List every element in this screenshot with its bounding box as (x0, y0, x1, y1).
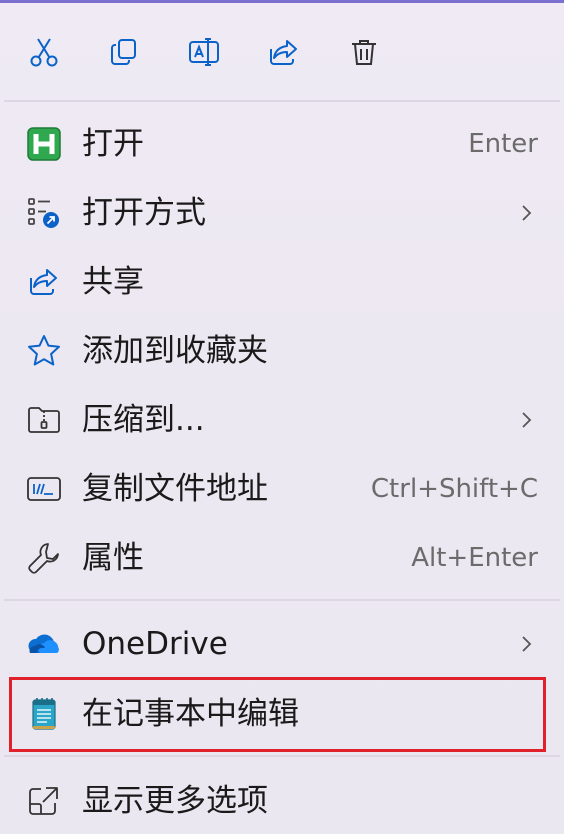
menu-item-label: 打开方式 (82, 195, 206, 231)
menu-item-open[interactable]: 打开 Enter (0, 111, 564, 177)
chevron-right-icon (516, 410, 536, 430)
delete-button[interactable] (342, 32, 386, 76)
shortcut-text: Alt+Enter (411, 543, 538, 573)
cut-icon (27, 35, 61, 73)
zip-folder-icon (26, 402, 62, 438)
menu-item-show-more-options[interactable]: 显示更多选项 (0, 768, 564, 834)
menu-item-label: 显示更多选项 (82, 783, 268, 819)
onedrive-cloud-icon (26, 626, 62, 662)
menu-item-label: 共享 (82, 264, 144, 300)
shortcut-text: Enter (468, 129, 538, 159)
delete-icon (347, 35, 381, 73)
shortcut-text: Ctrl+Shift+C (370, 474, 538, 504)
menu-item-label: 属性 (82, 540, 144, 576)
chevron-right-icon (516, 634, 536, 654)
separator (4, 755, 560, 757)
share-button[interactable] (262, 32, 306, 76)
copy-path-icon (26, 471, 62, 507)
app-h-icon (26, 126, 62, 162)
separator (4, 100, 560, 102)
menu-item-label: 复制文件地址 (82, 471, 268, 507)
menu-item-label: 打开 (82, 126, 144, 162)
rename-button[interactable] (182, 32, 226, 76)
copy-button[interactable] (102, 32, 146, 76)
menu-item-label: OneDrive (82, 626, 228, 662)
menu-item-label: 压缩到... (82, 402, 205, 438)
menu-item-copy-path[interactable]: 复制文件地址 Ctrl+Shift+C (0, 456, 564, 522)
share-icon (267, 35, 301, 73)
separator (4, 599, 560, 601)
show-more-icon (26, 783, 62, 819)
chevron-right-icon (516, 203, 536, 223)
context-menu: 打开 Enter 打开方式 共享 添加到收藏夹 压缩到... 复制文件地址 Ct… (0, 0, 564, 834)
rename-icon (187, 35, 221, 73)
menu-item-share[interactable]: 共享 (0, 249, 564, 315)
quick-actions-toolbar (0, 6, 564, 100)
cut-button[interactable] (22, 32, 66, 76)
wrench-icon (26, 540, 62, 576)
menu-item-compress-to[interactable]: 压缩到... (0, 387, 564, 453)
menu-item-label: 添加到收藏夹 (82, 333, 268, 369)
menu-item-properties[interactable]: 属性 Alt+Enter (0, 525, 564, 591)
menu-item-onedrive[interactable]: OneDrive (0, 611, 564, 677)
open-with-icon (26, 195, 62, 231)
share-icon (26, 264, 62, 300)
star-icon (26, 333, 62, 369)
highlight-frame (9, 677, 546, 752)
menu-item-open-with[interactable]: 打开方式 (0, 180, 564, 246)
copy-icon (107, 35, 141, 73)
menu-item-add-to-favorites[interactable]: 添加到收藏夹 (0, 318, 564, 384)
